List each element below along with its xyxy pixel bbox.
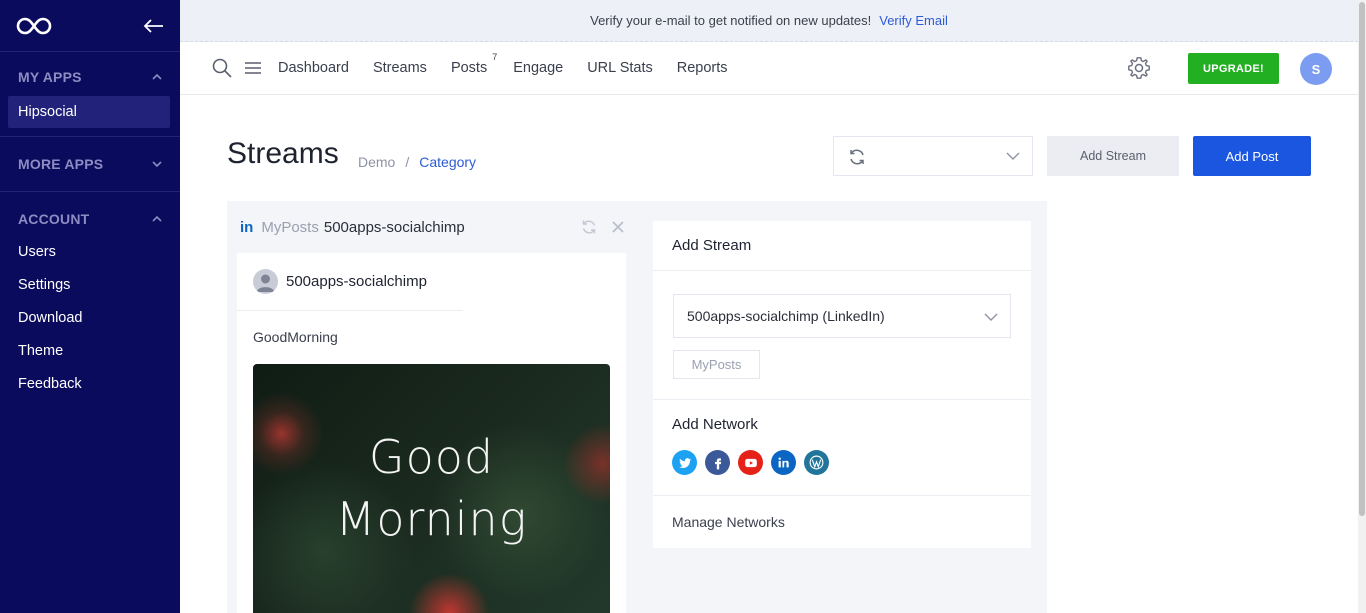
post-author: 500apps-socialchimp [237, 253, 463, 311]
gear-icon[interactable] [1127, 56, 1151, 80]
breadcrumb: Demo / Category [358, 154, 476, 170]
page-title: Streams [227, 137, 339, 170]
breadcrumb-separator: / [405, 154, 410, 170]
user-avatar[interactable]: S [1300, 53, 1332, 85]
banner-text: Verify your e-mail to get notified on ne… [590, 13, 872, 28]
sidebar-item-theme[interactable]: Theme [0, 335, 180, 368]
sidebar-item-hipsocial[interactable]: Hipsocial [8, 96, 170, 128]
sidebar-section-header[interactable]: MORE APPS [0, 153, 180, 175]
verify-email-link[interactable]: Verify Email [879, 13, 948, 28]
sidebar-section-title: MY APPS [18, 69, 82, 85]
stream-type-chip-myposts[interactable]: MyPosts [673, 350, 760, 379]
post-text: GoodMorning [253, 329, 338, 345]
nav-url-stats[interactable]: URL Stats [587, 60, 653, 76]
avatar [253, 269, 278, 294]
sidebar-section-header[interactable]: MY APPS [0, 66, 180, 88]
collapse-arrow-icon[interactable] [142, 18, 164, 34]
sidebar-section-title: ACCOUNT [18, 211, 90, 227]
chevron-down-icon [152, 161, 162, 168]
upgrade-button[interactable]: UPGRADE! [1188, 53, 1279, 84]
manage-networks-link[interactable]: Manage Networks [672, 514, 785, 530]
nav-reports[interactable]: Reports [677, 60, 728, 76]
sidebar-item-settings[interactable]: Settings [0, 269, 180, 302]
chevron-down-icon [1006, 152, 1020, 160]
sidebar-section-header[interactable]: ACCOUNT [0, 208, 180, 230]
linkedin-icon[interactable] [771, 450, 796, 475]
sidebar: MY APPS Hipsocial MORE APPS ACCOUNT User… [0, 0, 180, 613]
nav-streams[interactable]: Streams [373, 60, 427, 76]
search-icon[interactable] [212, 58, 232, 78]
chevron-down-icon [984, 313, 998, 321]
close-icon[interactable] [611, 220, 625, 234]
post-image-text-line2: Morning [335, 492, 528, 546]
nav-posts[interactable]: Posts 7 [450, 52, 497, 76]
posts-count-badge: 7 [492, 52, 498, 62]
breadcrumb-demo[interactable]: Demo [358, 154, 395, 170]
add-stream-title: Add Stream [653, 221, 1031, 271]
refresh-icon[interactable] [848, 148, 866, 166]
scrollbar-thumb[interactable] [1359, 2, 1365, 516]
chevron-up-icon [152, 215, 162, 222]
nav-engage[interactable]: Engage [513, 60, 563, 76]
post-author-name: 500apps-socialchimp [286, 273, 427, 290]
account-select-value: 500apps-socialchimp (LinkedIn) [687, 308, 885, 324]
refresh-icon[interactable] [581, 219, 597, 235]
chevron-up-icon [152, 73, 162, 80]
twitter-icon[interactable] [672, 450, 697, 475]
stream-type: MyPosts [261, 218, 319, 236]
add-network-title: Add Network [672, 416, 758, 433]
divider [653, 399, 1031, 400]
sidebar-item-feedback[interactable]: Feedback [0, 368, 180, 401]
menu-icon[interactable] [244, 60, 262, 76]
top-navbar: Dashboard Streams Posts 7 Engage URL Stat… [180, 42, 1358, 95]
facebook-icon[interactable] [705, 450, 730, 475]
youtube-icon[interactable] [738, 450, 763, 475]
app-logo-icon[interactable] [16, 16, 52, 36]
add-stream-button[interactable]: Add Stream [1047, 136, 1179, 176]
network-icons [672, 450, 829, 475]
account-select[interactable]: 500apps-socialchimp (LinkedIn) [673, 294, 1011, 338]
stream-column: in MyPosts 500apps-socialchimp 500apps-s… [227, 201, 637, 613]
sidebar-section-my-apps: MY APPS Hipsocial [0, 52, 180, 137]
post-image[interactable]: Good Morning [253, 364, 610, 613]
user-silhouette-icon [256, 274, 275, 292]
wordpress-icon[interactable] [804, 450, 829, 475]
breadcrumb-category[interactable]: Category [419, 154, 476, 170]
sidebar-item-download[interactable]: Download [0, 302, 180, 335]
linkedin-icon: in [240, 218, 254, 236]
sidebar-item-users[interactable]: Users [0, 236, 180, 269]
stream-group-select[interactable] [833, 136, 1033, 176]
add-stream-panel: Add Stream 500apps-socialchimp (LinkedIn… [653, 221, 1031, 548]
nav-posts-label: Posts [450, 60, 488, 76]
post-card[interactable]: 500apps-socialchimp GoodMorning Good Mor… [237, 253, 626, 613]
page-scrollbar[interactable] [1358, 0, 1366, 613]
stream-column-header: in MyPosts 500apps-socialchimp [227, 201, 637, 253]
verify-email-banner: Verify your e-mail to get notified on ne… [180, 0, 1358, 42]
stream-account: 500apps-socialchimp [323, 218, 465, 236]
sidebar-header [0, 0, 180, 52]
nav-dashboard[interactable]: Dashboard [278, 60, 349, 76]
divider [653, 495, 1031, 496]
nav-links: Dashboard Streams Posts 7 Engage URL Stat… [278, 52, 728, 76]
sidebar-section-account: ACCOUNT Users Settings Download Theme Fe… [0, 192, 180, 409]
sidebar-section-title: MORE APPS [18, 156, 104, 172]
post-image-text-line1: Good [368, 430, 495, 484]
sidebar-section-more-apps: MORE APPS [0, 137, 180, 192]
add-post-button[interactable]: Add Post [1193, 136, 1311, 176]
